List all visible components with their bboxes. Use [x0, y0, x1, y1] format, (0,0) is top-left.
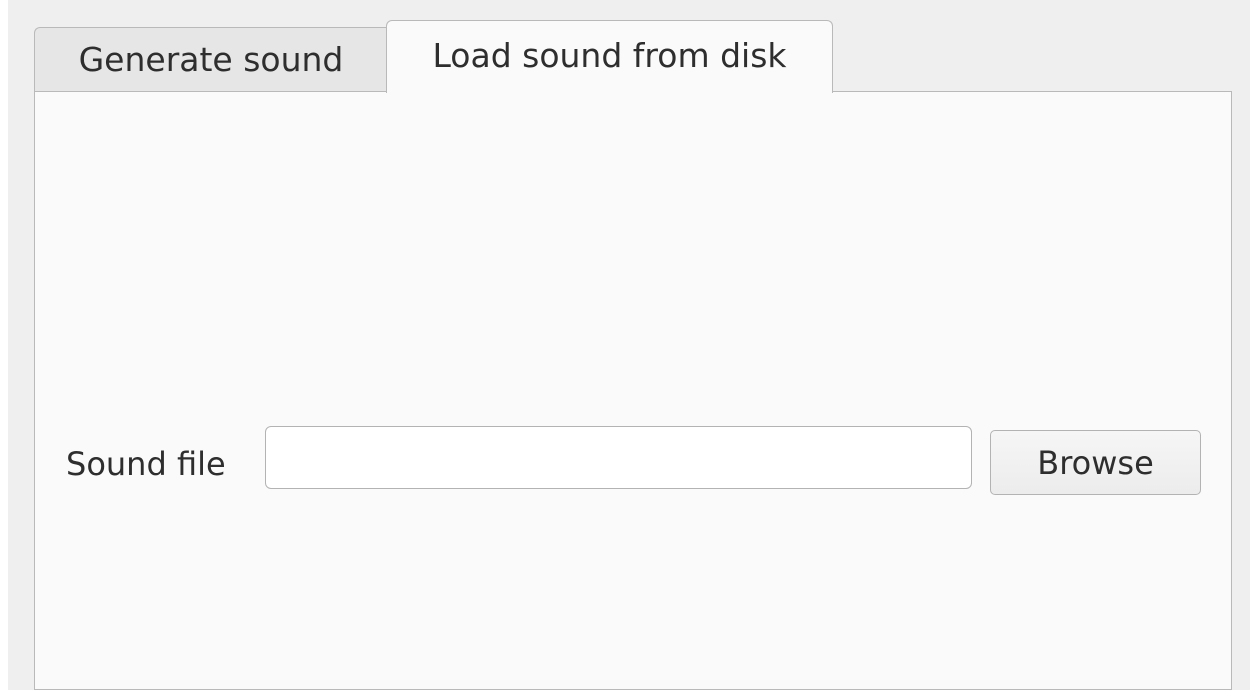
window-edge [0, 0, 8, 690]
tab-load-sound-from-disk-label: Load sound from disk [432, 35, 787, 75]
tab-panel-load-sound: Sound file Browse [34, 91, 1232, 690]
tab-generate-sound-label: Generate sound [78, 40, 344, 79]
sound-file-input[interactable] [265, 426, 972, 489]
tab-generate-sound[interactable]: Generate sound [34, 27, 387, 92]
browse-button[interactable]: Browse [990, 430, 1201, 495]
sound-file-label: Sound file [66, 445, 226, 483]
sound-file-row: Sound file Browse [35, 426, 1233, 496]
tab-load-sound-from-disk[interactable]: Load sound from disk [386, 20, 833, 93]
sound-source-tab-widget: Sound file Browse Generate sound Load so… [34, 20, 1232, 690]
